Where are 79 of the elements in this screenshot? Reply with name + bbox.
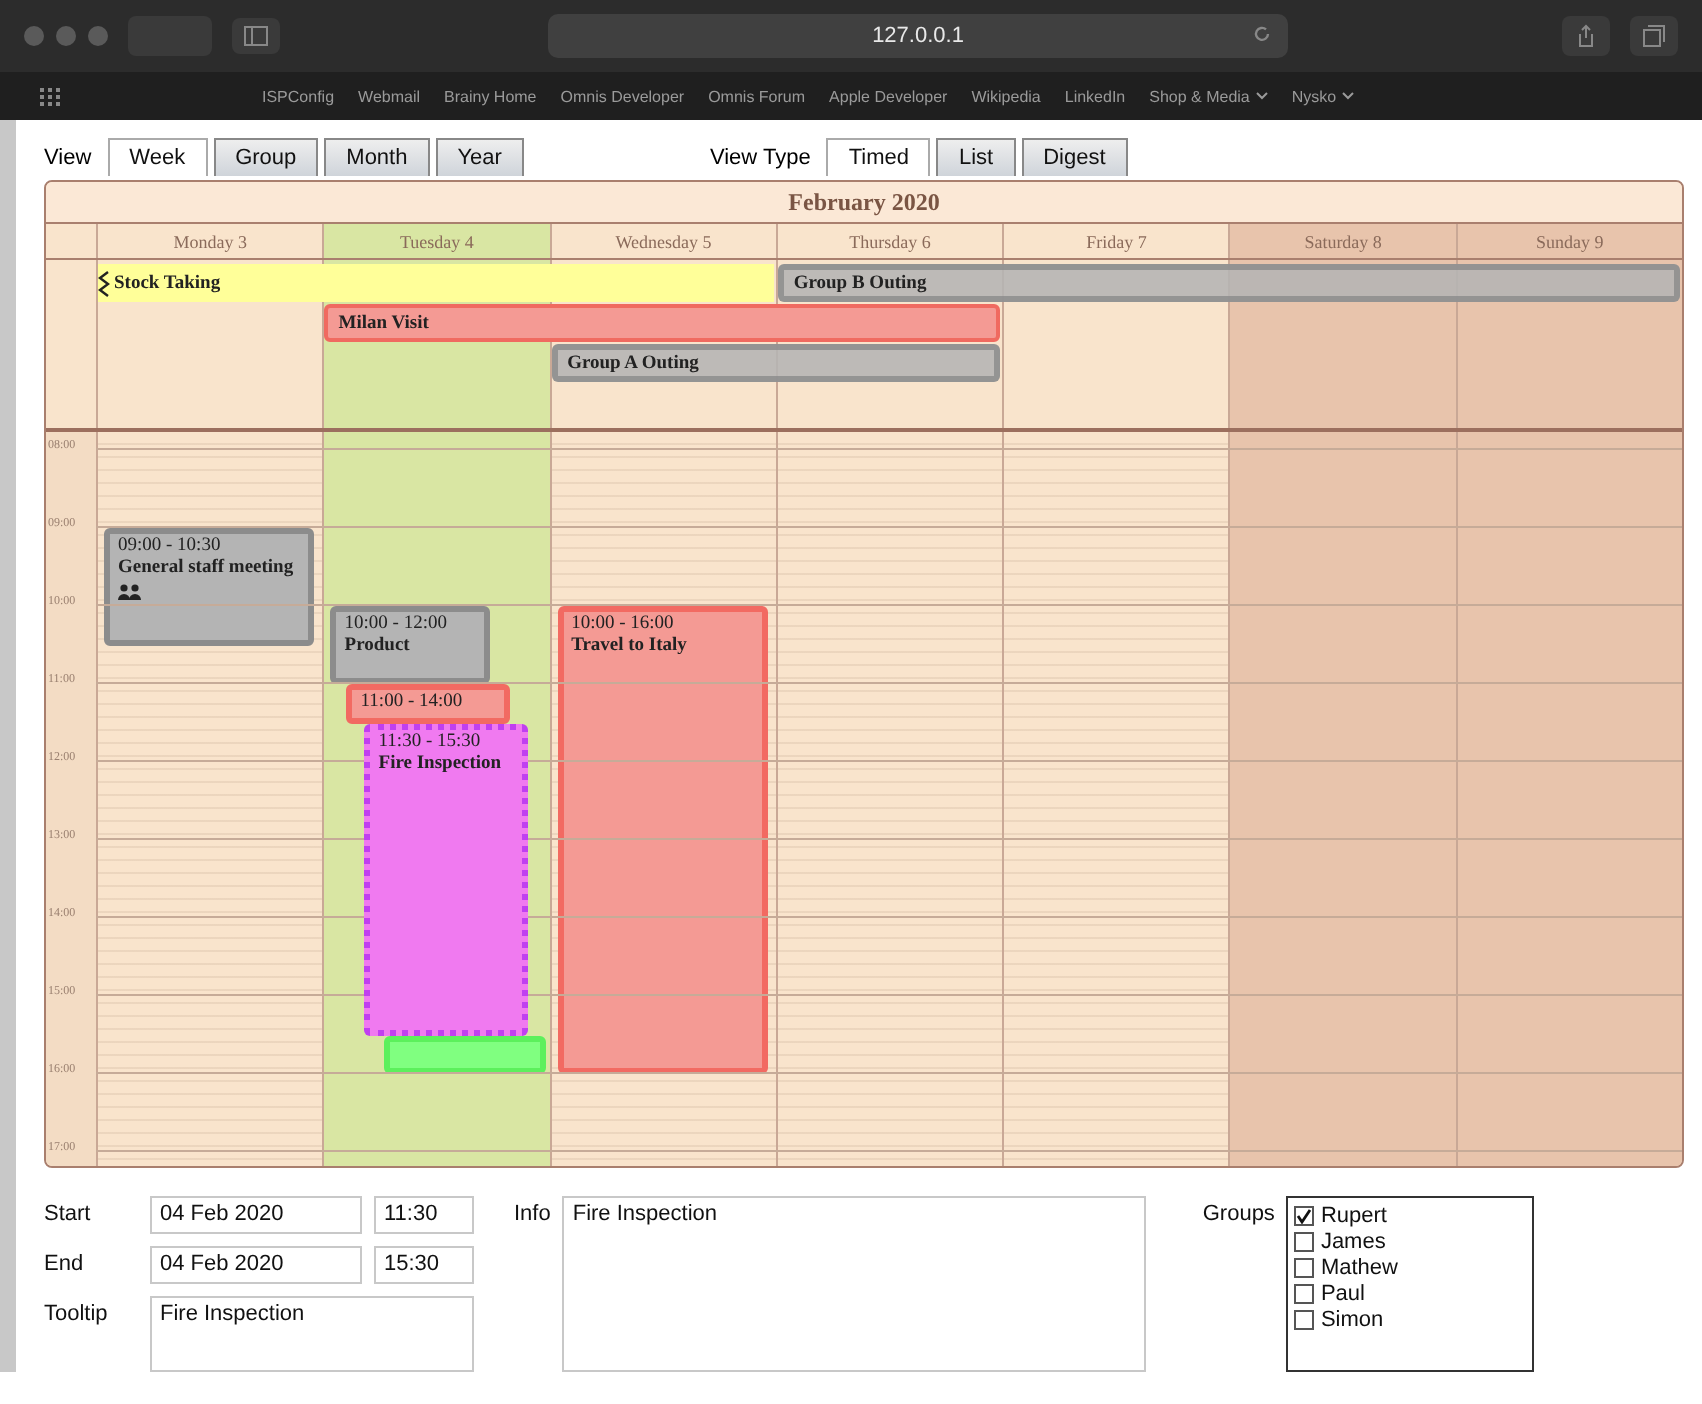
event-time: 11:30 - 15:30: [378, 731, 481, 753]
view-label: View Type: [709, 146, 811, 170]
all-day-event[interactable]: Group B Outing: [777, 264, 1680, 302]
bookmark-link[interactable]: Shop & Media: [1149, 87, 1268, 105]
bookmark-link[interactable]: ISPConfig: [262, 87, 335, 105]
address-bar[interactable]: 127.0.0.1: [548, 14, 1288, 58]
share-icon: [1576, 24, 1596, 48]
calendar-event[interactable]: 10:00 - 16:00 Travel to Italy: [557, 606, 768, 1074]
bookmark-link[interactable]: Nysko: [1291, 87, 1355, 105]
view-tab[interactable]: List: [936, 138, 1016, 176]
zigzag-icon: [98, 269, 110, 297]
field-label: Groups: [1202, 1200, 1275, 1230]
input-field[interactable]: 04 Feb 2020: [150, 1246, 362, 1284]
month-title: February 2020: [46, 182, 1682, 224]
event-title: General staff meeting: [118, 558, 294, 580]
address-text: 127.0.0.1: [872, 24, 964, 48]
event-time: 11:00 - 14:00: [360, 692, 463, 714]
calendar-event[interactable]: 11:30 - 15:30 Fire Inspection: [364, 723, 528, 1035]
event-title: Travel to Italy: [571, 636, 687, 658]
bookmark-link[interactable]: Brainy Home: [444, 87, 537, 105]
input-field[interactable]: 04 Feb 2020: [150, 1196, 362, 1234]
event-title: Product: [344, 636, 410, 658]
calendar-event[interactable]: 11:00 - 14:00: [346, 684, 510, 723]
view-tab[interactable]: Timed: [826, 138, 931, 176]
day-header: Saturday 8: [1228, 224, 1456, 258]
bookmark-link[interactable]: Omnis Developer: [560, 87, 685, 105]
group-label: Mathew: [1320, 1255, 1398, 1279]
view-tab[interactable]: Digest: [1021, 138, 1128, 176]
field-label: Start: [44, 1200, 93, 1226]
input-field[interactable]: 15:30: [374, 1246, 474, 1284]
field-label: Tooltip: [44, 1300, 110, 1326]
calendar-event[interactable]: 10:00 - 12:00 Product: [330, 606, 490, 684]
input-field[interactable]: 11:30: [374, 1196, 474, 1234]
group-label: Paul: [1320, 1281, 1365, 1305]
sidebar-icon: [244, 26, 268, 46]
reload-icon[interactable]: [1252, 24, 1272, 44]
day-header: Sunday 9: [1455, 224, 1682, 258]
all-day-event[interactable]: Group A Outing: [551, 344, 1001, 382]
event-time: 10:00 - 12:00: [344, 614, 447, 636]
event-time: 10:00 - 16:00: [571, 614, 674, 636]
bookmark-link[interactable]: Apple Developer: [829, 87, 948, 105]
day-header: Friday 7: [1002, 224, 1229, 258]
checkbox[interactable]: [1294, 1231, 1315, 1251]
checkbox[interactable]: [1294, 1309, 1315, 1329]
sidebar-button[interactable]: [232, 18, 280, 54]
share-button[interactable]: [1562, 16, 1610, 56]
input-field[interactable]: Fire Inspection: [150, 1296, 474, 1372]
view-tab[interactable]: Month: [324, 138, 430, 176]
window-controls-icon[interactable]: [24, 26, 108, 46]
view-tab[interactable]: Group: [213, 138, 319, 176]
view-label: View: [44, 146, 92, 170]
chevron-down-icon: [1255, 92, 1268, 100]
group-label: Rupert: [1320, 1203, 1387, 1227]
day-header: Tuesday 4: [322, 224, 550, 258]
bookmark-link[interactable]: Webmail: [358, 87, 421, 105]
field-label: End: [44, 1250, 86, 1276]
people-icon: [118, 584, 142, 600]
event-title: Fire Inspection: [378, 753, 502, 775]
checkbox[interactable]: [1294, 1283, 1315, 1303]
all-day-event[interactable]: Stock Taking: [98, 264, 774, 302]
event-time: 09:00 - 10:30: [118, 536, 221, 558]
tabs-button[interactable]: [1630, 16, 1678, 56]
info-field[interactable]: Fire Inspection: [562, 1196, 1147, 1372]
view-tab[interactable]: Year: [435, 138, 524, 176]
calendar-event[interactable]: 09:00 - 10:30 General staff meeting: [104, 528, 315, 645]
grid-icon[interactable]: [40, 87, 62, 105]
day-header: Monday 3: [96, 224, 323, 258]
field-label: Info: [514, 1200, 551, 1230]
chevron-down-icon: [1342, 92, 1355, 100]
bookmark-link[interactable]: Omnis Forum: [708, 87, 806, 105]
checkbox[interactable]: [1294, 1257, 1315, 1277]
tabs-icon: [1642, 24, 1666, 48]
all-day-event[interactable]: Milan Visit: [324, 304, 1001, 342]
view-tab[interactable]: Week: [107, 138, 208, 176]
checkbox[interactable]: [1294, 1205, 1315, 1225]
group-label: Simon: [1320, 1307, 1384, 1331]
group-label: James: [1320, 1229, 1386, 1253]
bookmark-link[interactable]: LinkedIn: [1064, 87, 1126, 105]
bookmark-link[interactable]: Wikipedia: [971, 87, 1041, 105]
